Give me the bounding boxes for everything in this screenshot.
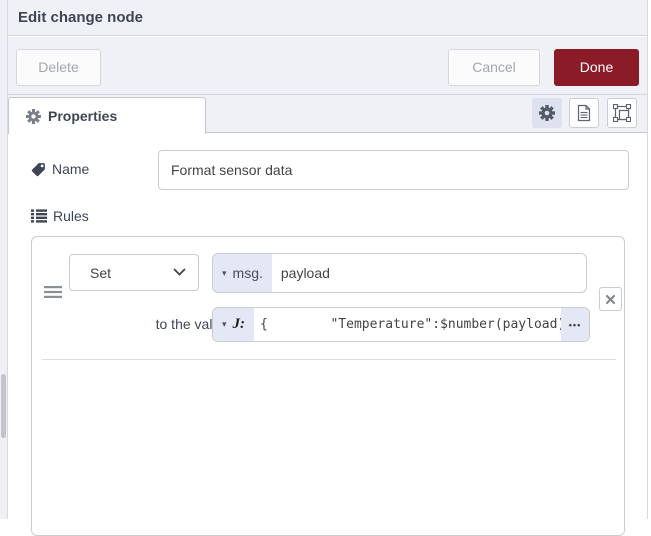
jsonata-expression-icon: J: [233, 317, 246, 332]
caret-down-icon: ▾ [222, 320, 227, 329]
property-value[interactable]: payload [272, 254, 586, 292]
name-field-label: Name [31, 161, 89, 177]
expression-value[interactable]: { "Temperature":$number(payload) [254, 308, 561, 341]
rule-delete-button[interactable] [599, 287, 622, 311]
appearance-button[interactable] [607, 98, 637, 128]
rule-value-input: ▾ J: { "Temperature":$number(payload) ••… [212, 307, 590, 342]
dialog-header: Edit change node [8, 0, 647, 36]
rule-divider [42, 359, 616, 360]
property-type-button[interactable]: ▾ msg. [213, 254, 272, 292]
rule-action-select[interactable]: Set [69, 254, 199, 291]
tab-strip: Properties [8, 95, 647, 133]
dialog-button-bar: Delete Cancel Done [8, 37, 647, 95]
rule-action-value: Set [90, 265, 173, 281]
rule-property-input: ▾ msg. payload [212, 253, 587, 293]
rules-label-text: Rules [53, 208, 89, 224]
rules-section-label: Rules [31, 208, 89, 224]
gear-icon [539, 105, 555, 121]
close-icon [605, 294, 616, 305]
tag-icon [31, 162, 46, 177]
property-type-label: msg. [233, 265, 263, 281]
cancel-button[interactable]: Cancel [448, 49, 540, 86]
name-label-text: Name [52, 161, 89, 177]
tab-properties[interactable]: Properties [8, 97, 206, 134]
edit-change-node-dialog: Edit change node Delete Cancel Done [7, 0, 648, 519]
document-icon [576, 104, 592, 122]
value-type-button[interactable]: ▾ J: [213, 308, 254, 341]
description-button[interactable] [569, 98, 599, 128]
scrollbar-thumb[interactable] [1, 374, 6, 438]
appearance-frame-icon [613, 104, 631, 122]
tab-properties-label: Properties [48, 108, 117, 124]
delete-button[interactable]: Delete [16, 49, 101, 86]
properties-gear-button[interactable] [532, 98, 562, 128]
chevron-down-icon [173, 268, 186, 277]
dialog-title: Edit change node [18, 9, 143, 26]
left-scrollbar[interactable] [0, 0, 7, 519]
list-icon [31, 209, 47, 223]
name-input[interactable] [158, 150, 629, 190]
to-the-value-label: to the value [107, 316, 228, 332]
done-button[interactable]: Done [554, 49, 639, 86]
gear-icon [26, 109, 41, 124]
caret-down-icon: ▾ [222, 269, 227, 278]
rule-drag-handle[interactable] [44, 285, 62, 299]
rules-list: Set ▾ msg. payload to the value ▾ J: { "… [31, 236, 625, 536]
expand-expression-button[interactable]: ••• [561, 308, 589, 341]
